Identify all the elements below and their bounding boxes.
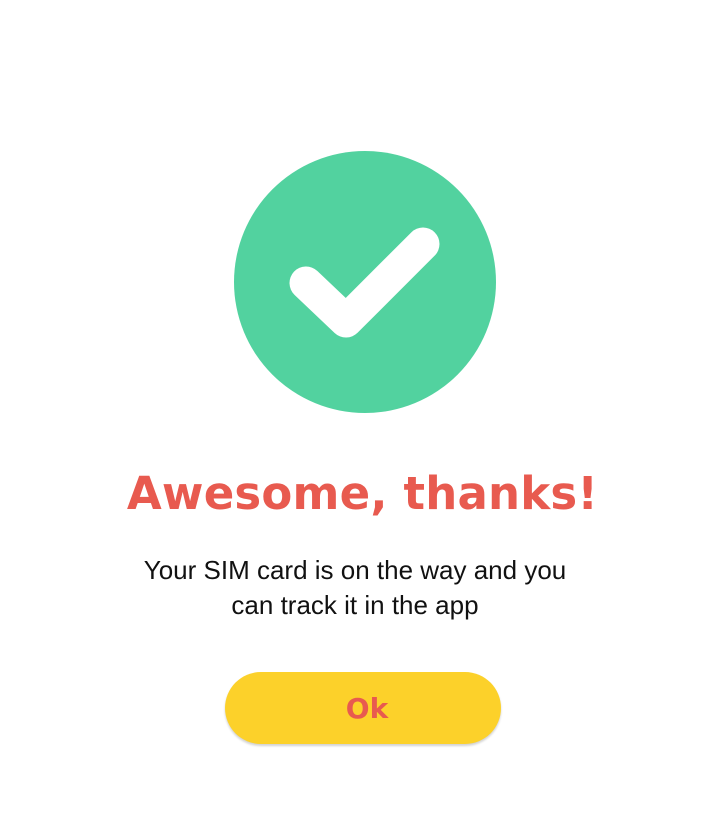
ok-button[interactable]: Ok [225, 672, 501, 744]
success-title: Awesome, thanks! [126, 467, 599, 520]
success-message: Your SIM card is on the way and you can … [0, 553, 710, 623]
ok-button-label: Ok [345, 691, 389, 725]
success-message-line-2: can track it in the app [231, 590, 479, 620]
success-check-icon [234, 151, 496, 413]
check-circle-icon [234, 151, 496, 413]
success-message-line-1: Your SIM card is on the way and you [143, 555, 567, 585]
